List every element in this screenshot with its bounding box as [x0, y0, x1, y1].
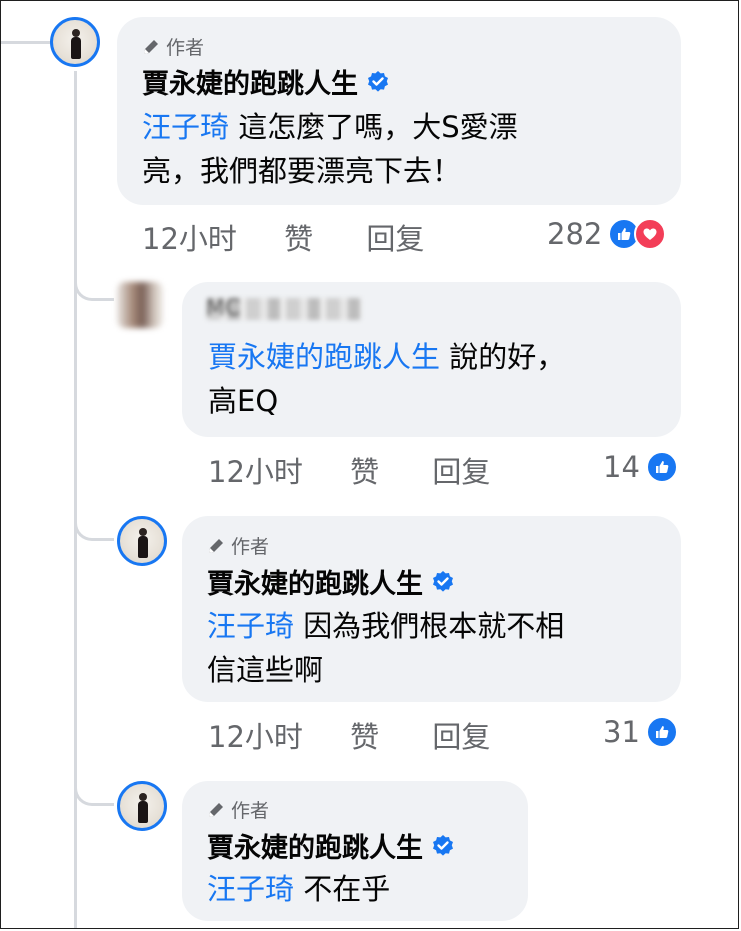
avatar-figure [139, 528, 147, 536]
reaction-count: 31 [603, 715, 640, 749]
avatar-figure-body [138, 801, 148, 823]
thread-branch-3 [74, 491, 114, 541]
comment-actions: 12小时 赞 回复 [208, 714, 490, 756]
verified-badge-icon [433, 570, 453, 592]
author-tag-label: 作者 [231, 536, 270, 558]
thread-branch-4 [74, 756, 114, 806]
comment-text: 汪子琦 不在乎 [207, 867, 527, 911]
reaction-count: 14 [603, 450, 640, 484]
reply-button[interactable]: 回复 [432, 714, 490, 756]
commenter-name[interactable]: 賈永婕的跑跳人生 [207, 562, 455, 601]
mention-link[interactable]: 汪子琦 [142, 110, 229, 144]
avatar-blurred[interactable] [117, 282, 163, 328]
verified-badge-icon [368, 70, 388, 92]
comment-text-line2: 亮，我們都要漂亮下去！ [142, 154, 462, 188]
avatar-figure [139, 793, 147, 801]
mention-link[interactable]: 賈永婕的跑跳人生 [208, 340, 440, 374]
commenter-name-text[interactable]: 賈永婕的跑跳人生 [142, 62, 358, 101]
pen-icon [144, 39, 158, 54]
avatar[interactable] [117, 781, 167, 831]
comment-text-line1: 這怎麼了嗎，大S愛漂 [229, 110, 518, 144]
timestamp[interactable]: 12小时 [208, 449, 303, 491]
avatar-figure-body [71, 37, 81, 59]
reaction-summary[interactable]: 31 [603, 715, 678, 749]
comment-thread: 作者 賈永婕的跑跳人生 汪子琦 這怎麼了嗎，大S愛漂 亮，我們都要漂亮下去！ 1… [0, 0, 739, 929]
avatar-figure-body [138, 536, 148, 558]
reply-button[interactable]: 回复 [432, 449, 490, 491]
thread-line-top [1, 41, 51, 44]
pen-icon [209, 802, 223, 817]
timestamp[interactable]: 12小时 [142, 216, 237, 258]
comment-actions: 12小时 赞 回复 [142, 216, 424, 258]
reaction-count: 282 [547, 217, 603, 251]
like-reaction-icon [645, 716, 678, 748]
author-tag-label: 作者 [231, 800, 270, 822]
comment-text-line1: 因為我們根本就不相 [294, 609, 565, 643]
commenter-name-text[interactable]: 賈永婕的跑跳人生 [207, 562, 423, 601]
love-reaction-icon [634, 218, 667, 250]
reaction-icons [608, 218, 667, 250]
commenter-name-blurred[interactable]: MC [206, 298, 362, 320]
comment-text-line1: 不在乎 [294, 872, 391, 906]
avatar[interactable] [50, 17, 100, 67]
avatar-figure [72, 29, 80, 37]
reply-button[interactable]: 回复 [366, 216, 424, 258]
comment-text-line2: 高EQ [208, 384, 279, 418]
mention-link[interactable]: 汪子琦 [207, 872, 294, 906]
reaction-summary[interactable]: 282 [547, 217, 667, 251]
like-reaction-icon [645, 451, 678, 483]
pen-icon [209, 538, 223, 553]
timestamp[interactable]: 12小时 [208, 714, 303, 756]
mention-link[interactable]: 汪子琦 [207, 609, 294, 643]
comment-actions: 12小时 赞 回复 [208, 449, 490, 491]
author-badge: 作者 [207, 532, 269, 559]
comment-text-line1: 說的好， [440, 340, 566, 374]
avatar[interactable] [117, 516, 167, 566]
commenter-name[interactable]: 賈永婕的跑跳人生 [142, 62, 390, 101]
commenter-name-text[interactable]: 賈永婕的跑跳人生 [207, 826, 423, 865]
thread-branch-2 [74, 251, 114, 301]
like-button[interactable]: 赞 [350, 714, 379, 756]
reaction-summary[interactable]: 14 [603, 450, 678, 484]
verified-badge-icon [433, 834, 453, 856]
like-button[interactable]: 赞 [284, 216, 313, 258]
commenter-name-fragment: MC [206, 296, 241, 321]
comment-text: 汪子琦 因為我們根本就不相 信這些啊 [207, 604, 667, 692]
author-badge: 作者 [207, 796, 269, 823]
comment-text-line2: 信這些啊 [207, 653, 324, 687]
comment-text: 汪子琦 這怎麼了嗎，大S愛漂 亮，我們都要漂亮下去！ [142, 105, 662, 193]
author-tag-label: 作者 [166, 37, 205, 59]
like-button[interactable]: 赞 [350, 449, 379, 491]
author-badge: 作者 [142, 33, 204, 60]
comment-text: 賈永婕的跑跳人生 說的好， 高EQ [208, 335, 668, 423]
commenter-name[interactable]: 賈永婕的跑跳人生 [207, 826, 455, 865]
